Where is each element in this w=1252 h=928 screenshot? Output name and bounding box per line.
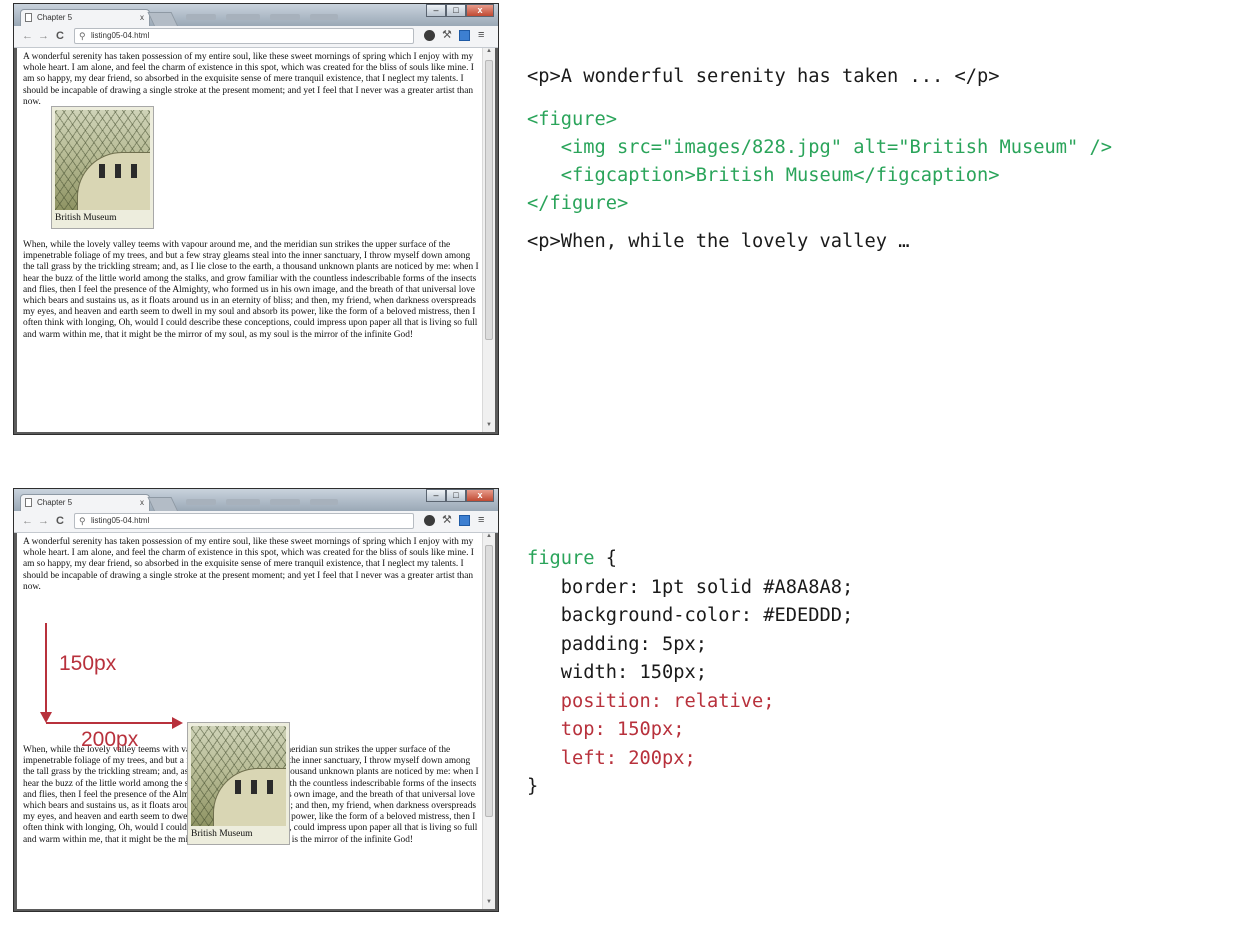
page-viewport: A wonderful serenity has taken possessio… [17,48,483,432]
figcaption: British Museum [191,829,253,839]
browser-tab[interactable]: Chapter 5 x [20,494,150,511]
code-line: padding: 5px; [527,633,708,655]
figure: British Museum [51,106,154,229]
paragraph-1: A wonderful serenity has taken possessio… [23,537,474,592]
code-line: <p>When, while the lovely valley … [527,231,910,252]
paragraph-2: When, while the lovely valley teems with… [23,240,479,340]
bookmark-icon[interactable] [459,515,470,526]
menu-icon[interactable]: ≡ [478,30,489,41]
back-arrow-icon[interactable]: ← [22,28,33,44]
open-brace: { [594,548,618,569]
vertical-scrollbar[interactable]: ▲ ▼ [482,533,495,909]
scroll-thumb[interactable] [485,545,493,817]
code-line: <img src="images/828.jpg" alt="British M… [527,137,1113,158]
browser-window-before: Chapter 5 x – □ x ← → C ⚲ listing05-04.h… [13,3,499,435]
british-museum-image [55,110,150,210]
css-selector: figure [527,548,595,569]
address-text: listing05-04.html [91,516,150,525]
page-viewport: A wonderful serenity has taken possessio… [17,533,483,909]
code-line: <p>A wonderful serenity has taken ... </… [527,66,1000,87]
blurred-tab [270,499,300,505]
close-window-button[interactable]: x [466,489,494,502]
blurred-tab [310,14,338,20]
search-icon: ⚲ [79,31,86,41]
blurred-tab [270,14,300,20]
left-offset-label: 200px [81,728,139,751]
minimize-button[interactable]: – [426,4,446,17]
scroll-up-icon[interactable]: ▲ [483,533,495,543]
code-line: width: 150px; [527,662,708,683]
extension-icon[interactable] [424,515,435,526]
code-line: </figure> [527,193,629,214]
code-line: } [527,776,539,797]
new-tab-button[interactable] [147,497,179,512]
forward-arrow-icon[interactable]: → [38,28,49,44]
browser-window-after: Chapter 5 x – □ x ← → C ⚲ listing05-04.h… [13,488,499,912]
css-code-block: figure { border: 1pt solid #A8A8A8; back… [527,545,853,802]
figcaption: British Museum [55,213,117,223]
page-icon [25,498,32,507]
scroll-thumb[interactable] [485,60,493,340]
code-line: position: relative; [527,690,775,712]
tab-close-icon[interactable]: x [140,10,144,26]
html-code-block: <p>A wonderful serenity has taken ... </… [527,63,1112,256]
address-bar[interactable]: ⚲ listing05-04.html [74,513,414,529]
tab-close-icon[interactable]: x [140,495,144,511]
blurred-tab [186,499,216,505]
paragraph-1: A wonderful serenity has taken possessio… [23,52,474,107]
address-text: listing05-04.html [91,31,150,40]
vertical-offset-arrow [45,623,47,718]
title-bar: Chapter 5 x – □ x [14,4,498,27]
forward-arrow-icon[interactable]: → [38,513,49,529]
scroll-down-icon[interactable]: ▼ [483,899,495,909]
scroll-up-icon[interactable]: ▲ [483,48,495,58]
browser-tab[interactable]: Chapter 5 x [20,9,150,26]
minimize-button[interactable]: – [426,489,446,502]
search-icon: ⚲ [79,516,86,526]
vertical-scrollbar[interactable]: ▲ ▼ [482,48,495,432]
tab-title: Chapter 5 [37,498,73,507]
blurred-tab [226,499,260,505]
extension-icon[interactable] [424,30,435,41]
horizontal-offset-arrow [46,722,174,724]
browser-toolbar: ← → C ⚲ listing05-04.html ⚒ ≡ [14,511,498,533]
code-line: <figure> [527,109,618,130]
code-line: left: 200px; [527,747,696,769]
back-arrow-icon[interactable]: ← [22,513,33,529]
menu-icon[interactable]: ≡ [478,515,489,526]
blurred-tab [310,499,338,505]
code-line: background-color: #EDEDDD; [527,605,854,626]
wrench-icon[interactable]: ⚒ [442,515,453,526]
title-bar: Chapter 5 x – □ x [14,489,498,512]
code-line: <figcaption>British Museum</figcaption> [527,165,1000,186]
close-window-button[interactable]: x [466,4,494,17]
blurred-tab [226,14,260,20]
bookmark-icon[interactable] [459,30,470,41]
maximize-button[interactable]: □ [446,4,466,17]
code-line: top: 150px; [527,719,685,740]
wrench-icon[interactable]: ⚒ [442,30,453,41]
code-line: figure { [527,545,853,574]
browser-toolbar: ← → C ⚲ listing05-04.html ⚒ ≡ [14,26,498,48]
maximize-button[interactable]: □ [446,489,466,502]
british-museum-image [191,726,286,826]
code-line: border: 1pt solid #A8A8A8; [527,576,854,598]
blurred-tab [186,14,216,20]
reload-icon[interactable]: C [56,28,64,44]
page-icon [25,13,32,22]
tab-title: Chapter 5 [37,13,73,22]
top-offset-label: 150px [59,652,117,675]
arrow-head-right-icon [172,717,183,729]
new-tab-button[interactable] [147,12,179,27]
figure-offset: British Museum [187,722,290,845]
reload-icon[interactable]: C [56,513,64,529]
address-bar[interactable]: ⚲ listing05-04.html [74,28,414,44]
scroll-down-icon[interactable]: ▼ [483,422,495,432]
